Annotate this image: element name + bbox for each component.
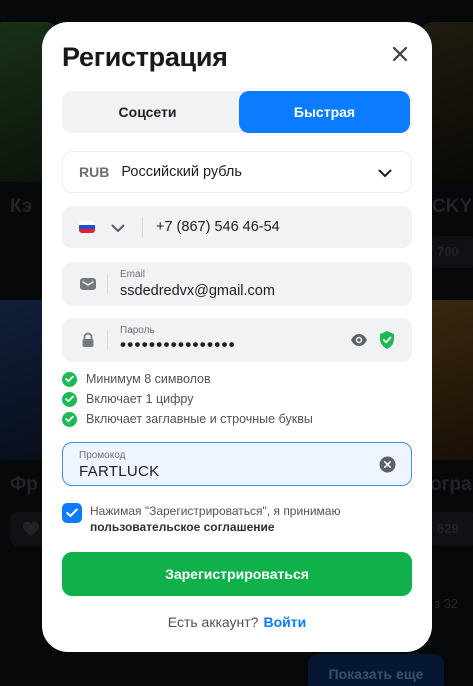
list-item: Включает заглавные и строчные буквы xyxy=(62,409,313,429)
list-item: Включает 1 цифру xyxy=(62,389,313,409)
password-rules: Минимум 8 символов Включает 1 цифру Вклю… xyxy=(62,369,313,429)
register-button[interactable]: Зарегистрироваться xyxy=(62,552,412,596)
login-row: Есть аккаунт? Войти xyxy=(42,614,432,630)
currency-select[interactable]: RUB Российский рубль xyxy=(62,151,412,193)
registration-modal: Регистрация Соцсети Быстрая RUB Российск… xyxy=(42,22,432,652)
promo-input[interactable]: FARTLUCK xyxy=(79,463,159,480)
tab-quick[interactable]: Быстрая xyxy=(239,91,410,133)
tab-social[interactable]: Соцсети xyxy=(62,91,233,133)
lock-icon xyxy=(79,331,97,354)
check-circle-icon xyxy=(62,391,77,407)
currency-code: RUB xyxy=(79,164,110,180)
clear-icon[interactable] xyxy=(379,456,396,478)
russia-flag-icon xyxy=(79,221,95,233)
close-icon xyxy=(392,46,408,67)
email-field[interactable]: Email ssdedredvx@gmail.com xyxy=(62,262,412,306)
agreement-row: Нажимая "Зарегистрироваться", я принимаю… xyxy=(62,503,412,535)
agreement-prefix: Нажимая "Зарегистрироваться", я принимаю xyxy=(90,504,341,518)
list-item: Минимум 8 символов xyxy=(62,369,313,389)
chevron-down-icon xyxy=(377,165,393,186)
country-select-chevron-icon[interactable] xyxy=(110,220,126,241)
divider xyxy=(107,330,108,350)
login-prompt: Есть аккаунт? xyxy=(167,614,259,630)
divider xyxy=(107,274,108,294)
divider xyxy=(142,217,143,237)
close-button[interactable] xyxy=(386,42,414,70)
phone-field: +7 (867) 546 46-54 xyxy=(62,206,412,248)
check-circle-icon xyxy=(62,411,77,427)
check-circle-icon xyxy=(62,371,77,387)
rule-text: Минимум 8 символов xyxy=(86,372,211,386)
password-input[interactable]: •••••••••••••••• xyxy=(120,335,236,355)
registration-tabs: Соцсети Быстрая xyxy=(62,91,412,133)
login-link[interactable]: Войти xyxy=(263,614,306,630)
user-agreement-link[interactable]: пользовательское соглашение xyxy=(90,519,340,535)
email-label: Email xyxy=(120,269,146,280)
modal-title: Регистрация xyxy=(62,42,228,72)
currency-name: Российский рубль xyxy=(121,164,242,180)
agreement-text: Нажимая "Зарегистрироваться", я принимаю… xyxy=(90,503,340,535)
rule-text: Включает 1 цифру xyxy=(86,392,194,406)
agreement-checkbox[interactable] xyxy=(62,503,82,523)
shield-check-icon xyxy=(378,330,396,355)
promo-field[interactable]: Промокод FARTLUCK xyxy=(62,442,412,486)
mail-icon xyxy=(79,275,97,298)
eye-icon[interactable] xyxy=(350,332,368,353)
rule-text: Включает заглавные и строчные буквы xyxy=(86,412,313,426)
phone-input[interactable]: +7 (867) 546 46-54 xyxy=(156,219,280,235)
promo-label: Промокод xyxy=(79,450,126,461)
password-field[interactable]: Пароль •••••••••••••••• xyxy=(62,318,412,362)
email-input[interactable]: ssdedredvx@gmail.com xyxy=(120,283,275,299)
